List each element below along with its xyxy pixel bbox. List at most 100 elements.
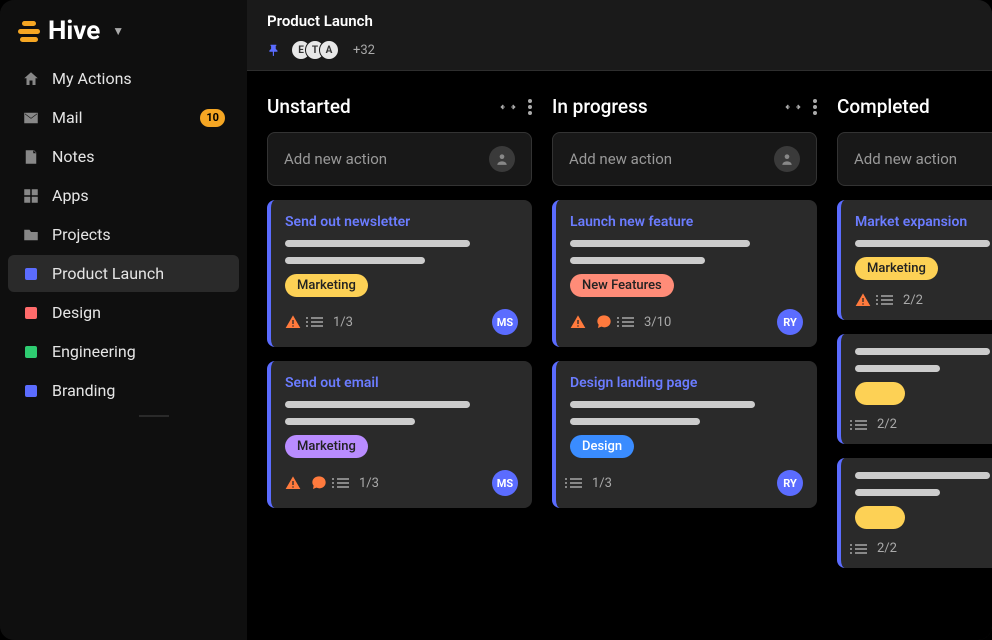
card[interactable]: Send out newsletter Marketing 1/3 MS bbox=[267, 200, 532, 347]
project-color-icon bbox=[22, 382, 40, 400]
note-icon bbox=[22, 148, 40, 166]
card-tag[interactable]: Marketing bbox=[285, 274, 368, 297]
card-assignee-avatar[interactable]: RY bbox=[777, 309, 803, 335]
card-meta: 2/2 bbox=[855, 417, 897, 432]
member-avatar[interactable]: A bbox=[319, 40, 339, 60]
subtask-count: 1/3 bbox=[592, 476, 612, 491]
card-tag[interactable] bbox=[855, 506, 905, 529]
workspace-caret-icon[interactable]: ▼ bbox=[112, 24, 124, 38]
card-meta: 2/2 bbox=[855, 292, 923, 308]
subtask-icon bbox=[855, 420, 867, 430]
add-action-row[interactable]: Add new action bbox=[267, 132, 532, 186]
project-color-icon bbox=[22, 304, 40, 322]
home-icon bbox=[22, 70, 40, 88]
sidebar-item-design[interactable]: Design bbox=[8, 294, 239, 331]
card-assignee-avatar[interactable]: MS bbox=[492, 470, 518, 496]
card-meta: 1/3 bbox=[285, 314, 353, 330]
card-footer: 1/3 MS bbox=[285, 470, 518, 496]
expand-icon[interactable] bbox=[785, 99, 801, 115]
card-footer: 1/3 MS bbox=[285, 309, 518, 335]
member-avatars[interactable]: ETA bbox=[291, 40, 339, 60]
card-title: Send out email bbox=[285, 375, 518, 391]
card-footer: 1/3 RY bbox=[570, 470, 803, 496]
subbar: ETA +32 bbox=[267, 40, 972, 70]
badge-count: 10 bbox=[200, 109, 225, 127]
card-text-placeholder bbox=[855, 240, 990, 247]
comment-icon[interactable] bbox=[596, 314, 612, 330]
column-title: Completed bbox=[837, 95, 930, 118]
card-footer: 2/2 bbox=[855, 417, 992, 432]
card-meta: 1/3 bbox=[570, 476, 612, 491]
card[interactable]: 2/2 bbox=[837, 334, 992, 444]
card-assignee-avatar[interactable]: MS bbox=[492, 309, 518, 335]
main: Product Launch ETA +32 Unstarted Add new … bbox=[247, 0, 992, 640]
sidebar-item-engineering[interactable]: Engineering bbox=[8, 333, 239, 370]
mail-icon bbox=[22, 109, 40, 127]
sidebar-item-label: Design bbox=[52, 303, 225, 322]
card-text-placeholder bbox=[855, 365, 940, 372]
card-text-placeholder bbox=[285, 240, 470, 247]
sidebar-item-notes[interactable]: Notes bbox=[8, 138, 239, 175]
kanban-board: Unstarted Add new action Send out newslett… bbox=[247, 71, 992, 640]
card-meta: 1/3 bbox=[285, 475, 379, 491]
warning-icon bbox=[855, 292, 871, 308]
card-text-placeholder bbox=[570, 240, 750, 247]
add-action-row[interactable]: Add new action bbox=[837, 132, 992, 186]
subtask-icon bbox=[570, 478, 582, 488]
sidebar-item-my-actions[interactable]: My Actions bbox=[8, 60, 239, 97]
card-tag[interactable]: Marketing bbox=[285, 435, 368, 458]
subtask-count: 3/10 bbox=[644, 315, 671, 330]
column-actions bbox=[500, 99, 532, 115]
sidebar-item-label: Projects bbox=[52, 225, 225, 244]
column-header: Unstarted bbox=[267, 95, 532, 118]
page-title: Product Launch bbox=[267, 12, 972, 30]
card-text-placeholder bbox=[855, 348, 990, 355]
sidebar-item-mail[interactable]: Mail10 bbox=[8, 99, 239, 136]
card-title: Send out newsletter bbox=[285, 214, 518, 230]
sidebar-item-branding[interactable]: Branding bbox=[8, 372, 239, 409]
card[interactable]: Launch new featureNew Features3/10RY bbox=[552, 200, 817, 347]
subtask-count: 2/2 bbox=[903, 293, 923, 308]
warning-icon bbox=[285, 314, 301, 330]
project-color-icon bbox=[22, 265, 40, 283]
card-tag[interactable]: New Features bbox=[570, 274, 674, 297]
sidebar-divider bbox=[139, 415, 169, 417]
card[interactable]: Market expansion Marketing 2/2 bbox=[837, 200, 992, 320]
subtask-icon bbox=[311, 317, 323, 327]
card-title: Market expansion bbox=[855, 214, 992, 230]
sidebar-item-projects[interactable]: Projects bbox=[8, 216, 239, 253]
card[interactable]: Design landing pageDesign1/3RY bbox=[552, 361, 817, 508]
column-actions bbox=[785, 99, 817, 115]
sidebar-item-label: Notes bbox=[52, 147, 225, 166]
card-assignee-avatar[interactable]: RY bbox=[777, 470, 803, 496]
comment-icon[interactable] bbox=[311, 475, 327, 491]
add-action-label: Add new action bbox=[569, 150, 672, 168]
project-color-icon bbox=[22, 343, 40, 361]
card-tag[interactable]: Design bbox=[570, 435, 634, 458]
card-tag[interactable]: Marketing bbox=[855, 257, 938, 280]
logo[interactable]: Hive ▼ bbox=[0, 16, 247, 60]
card[interactable]: 2/2 bbox=[837, 458, 992, 568]
subtask-count: 1/3 bbox=[333, 315, 353, 330]
column-completed: CompletedAdd new actionMarket expansionM… bbox=[837, 95, 992, 640]
card-text-placeholder bbox=[570, 401, 755, 408]
sidebar: Hive ▼ My ActionsMail10 Notes Apps Projects… bbox=[0, 0, 247, 640]
more-icon[interactable] bbox=[813, 99, 817, 115]
sidebar-item-product-launch[interactable]: Product Launch bbox=[8, 255, 239, 292]
card[interactable]: Send out email Marketing 1/3 MS bbox=[267, 361, 532, 508]
card-footer: 3/10 RY bbox=[570, 309, 803, 335]
column-header: Completed bbox=[837, 95, 992, 118]
card-text-placeholder bbox=[570, 257, 705, 264]
assign-user-icon[interactable] bbox=[489, 146, 515, 172]
expand-icon[interactable] bbox=[500, 99, 516, 115]
member-overflow-count[interactable]: +32 bbox=[353, 43, 375, 58]
assign-user-icon[interactable] bbox=[774, 146, 800, 172]
card-tag[interactable] bbox=[855, 382, 905, 405]
more-icon[interactable] bbox=[528, 99, 532, 115]
add-action-row[interactable]: Add new action bbox=[552, 132, 817, 186]
sidebar-item-apps[interactable]: Apps bbox=[8, 177, 239, 214]
column-title: Unstarted bbox=[267, 95, 351, 118]
pin-icon[interactable] bbox=[267, 43, 281, 57]
card-text-placeholder bbox=[285, 401, 470, 408]
subtask-icon bbox=[855, 544, 867, 554]
